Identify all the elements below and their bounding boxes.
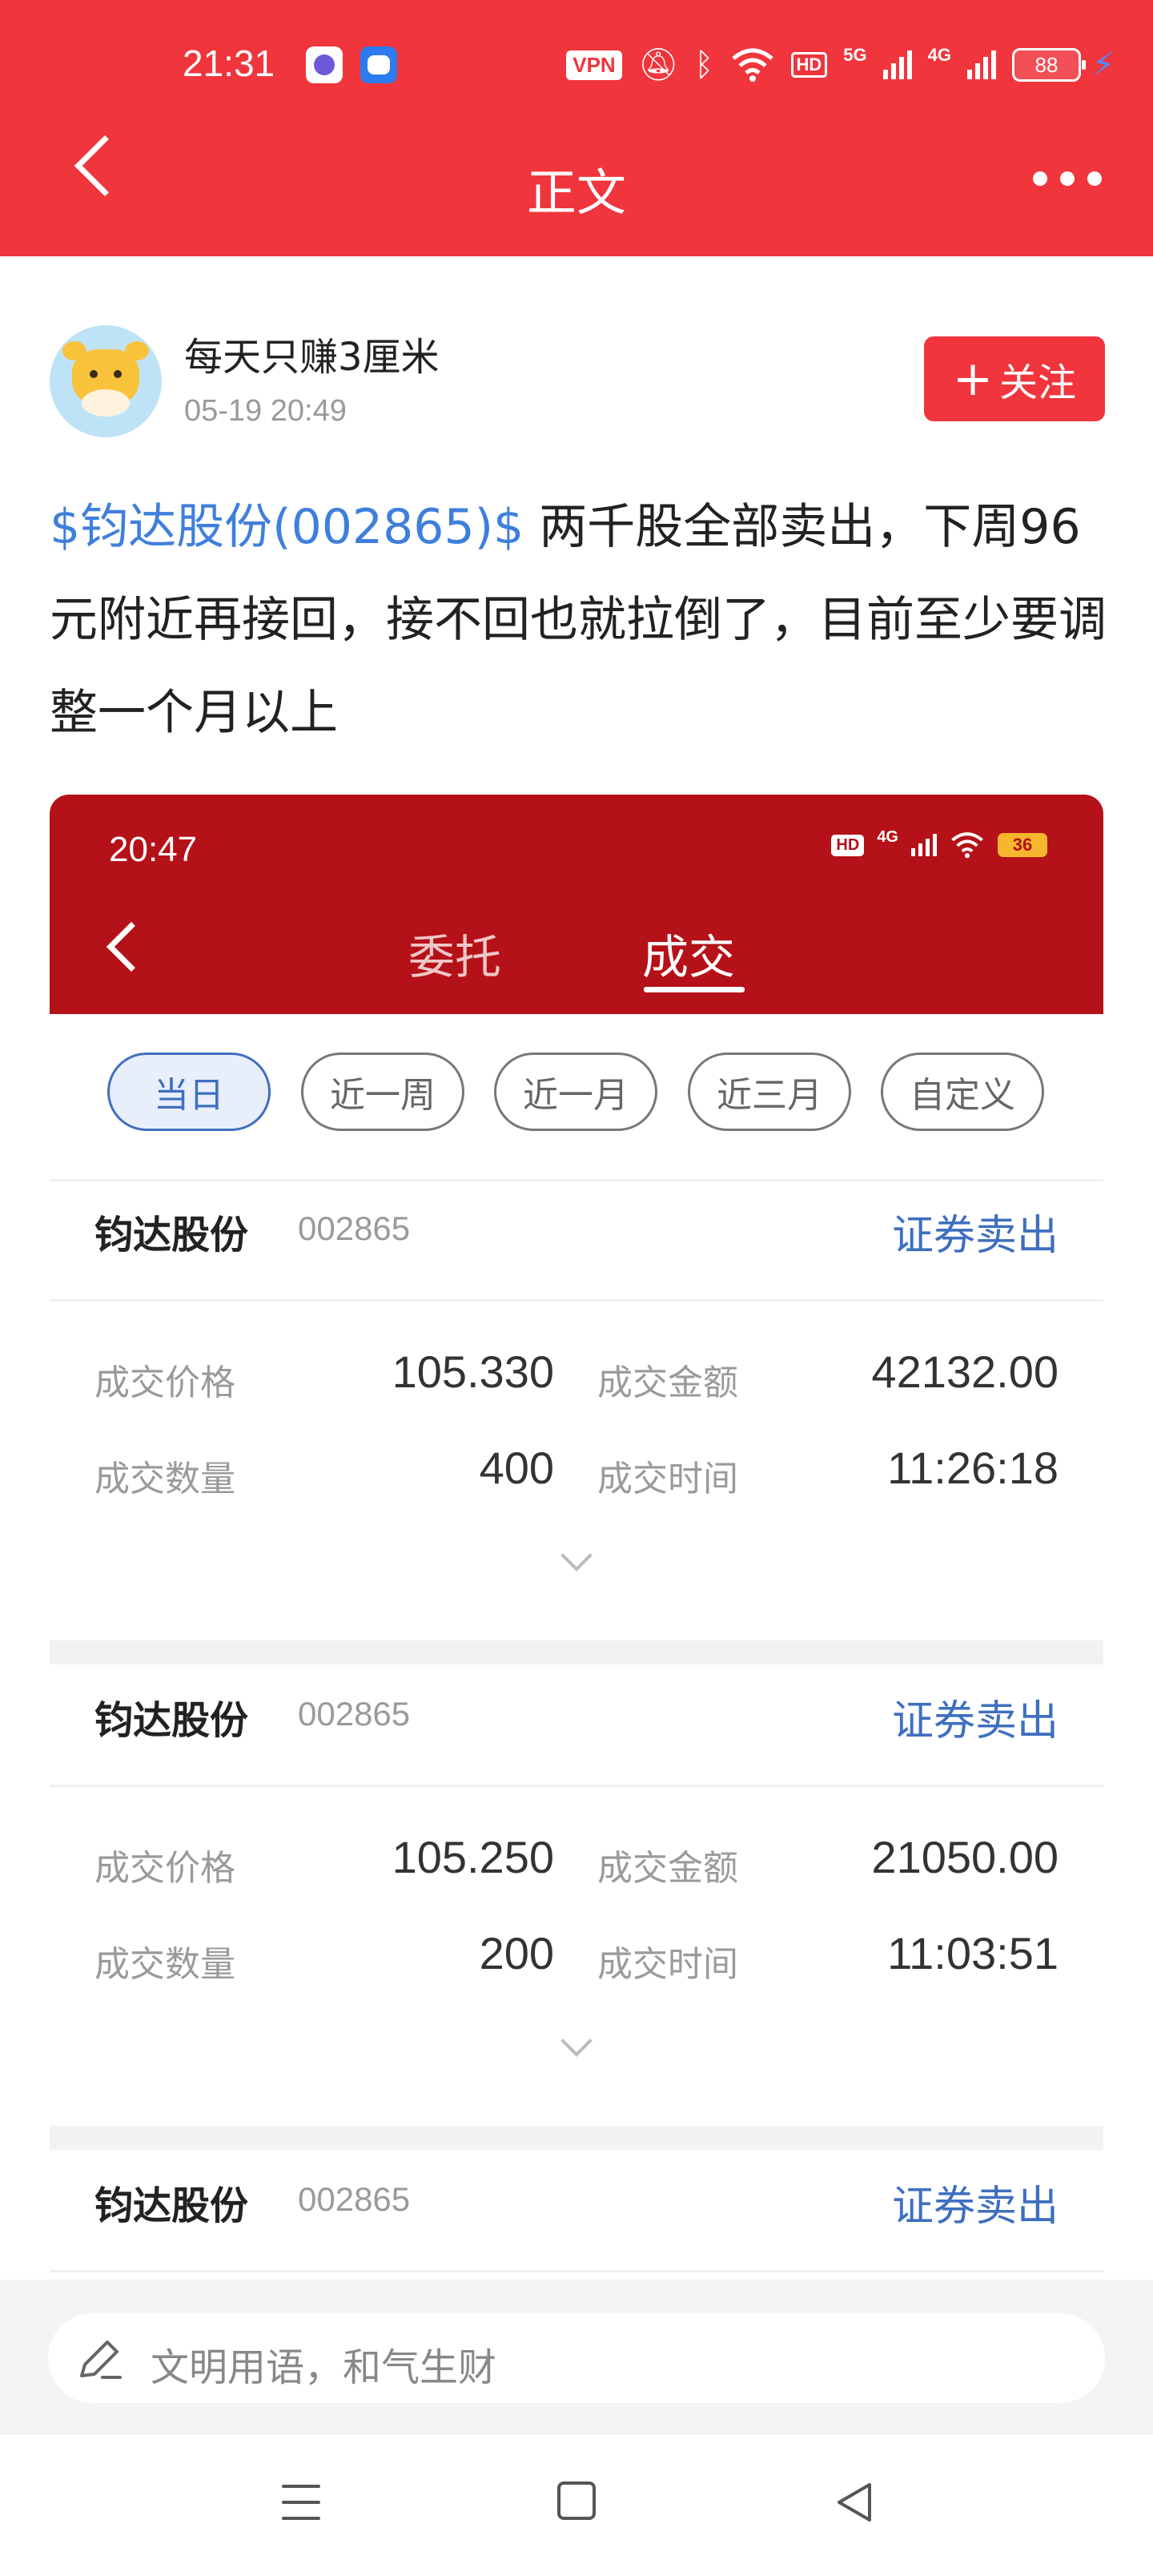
qty-value: 400	[479, 1443, 554, 1493]
tab-deals: 成交	[642, 930, 736, 984]
network-type-label: 5G	[843, 45, 867, 65]
price-label: 成交价格	[94, 1362, 235, 1403]
network-type-label: 4G	[877, 827, 898, 846]
trade-type: 证券卖出	[891, 2183, 1059, 2231]
battery-icon: 36	[998, 833, 1047, 857]
price-label: 成交价格	[94, 1848, 235, 1889]
time-value: 11:26:18	[887, 1443, 1059, 1493]
follow-label: 关注	[999, 360, 1077, 405]
signal-icon	[967, 50, 996, 79]
chevron-down-icon	[560, 1540, 593, 1572]
time-label: 成交时间	[597, 1944, 738, 1985]
price-value: 105.250	[392, 1832, 554, 1882]
chevron-down-icon	[560, 2025, 593, 2057]
filter-custom: 自定义	[881, 1053, 1044, 1131]
active-tab-indicator	[644, 987, 745, 992]
tab-entrust: 委托	[408, 930, 502, 984]
menu-icon[interactable]	[282, 2485, 320, 2520]
amount-label: 成交金额	[597, 1848, 738, 1889]
amount-value: 42132.00	[871, 1346, 1059, 1397]
trade-card: 钧达股份 002865 证券卖出 成交价格 105.330 成交金额 42132…	[50, 1179, 1103, 1664]
stock-code: 002865	[298, 2180, 411, 2218]
page-title: 正文	[526, 163, 626, 222]
trade-type: 证券卖出	[891, 1697, 1059, 1745]
time-label: 成交时间	[597, 1459, 738, 1499]
trade-card: 钧达股份 002865 证券卖出	[50, 2150, 1103, 2276]
stock-name: 钧达股份	[94, 1698, 249, 1743]
battery-icon: 88	[1012, 48, 1086, 82]
amount-value: 21050.00	[871, 1832, 1059, 1882]
back-icon[interactable]	[833, 2480, 878, 2525]
stock-name: 钧达股份	[94, 1213, 249, 1258]
app-notification-icon	[306, 46, 343, 83]
system-nav-bar	[0, 2435, 1153, 2576]
avatar[interactable]	[50, 325, 162, 437]
trade-card: 钧达股份 002865 证券卖出 成交价格 105.250 成交金额 21050…	[50, 1664, 1103, 2150]
stock-code: 002865	[298, 1695, 411, 1733]
author-name[interactable]: 每天只赚3厘米	[184, 325, 440, 381]
time-value: 11:03:51	[887, 1928, 1059, 1978]
qty-value: 200	[479, 1928, 554, 1978]
screenshot-status-icons: HD 4G 36	[831, 827, 1047, 859]
filter-three-months: 近三月	[688, 1053, 851, 1131]
filter-week: 近一周	[301, 1053, 464, 1131]
mute-icon: 🔕︎	[637, 46, 679, 83]
post-body: $钧达股份(002865)$ 两千股全部卖出，下周96元附近再接回，接不回也就拉…	[50, 481, 1107, 759]
comment-placeholder: 文明用语，和气生财	[151, 2345, 497, 2390]
status-icons: VPN 🔕︎ ᛒ HD 5G 4G 88	[566, 43, 1086, 87]
broker-app-header: 20:47 HD 4G 36 委托 成交	[50, 795, 1103, 1014]
more-icon[interactable]	[1033, 171, 1102, 186]
follow-button[interactable]: + 关注	[924, 336, 1105, 421]
plus-icon: +	[952, 351, 994, 407]
stock-link[interactable]: $钧达股份(002865)$	[50, 499, 524, 555]
stock-name: 钧达股份	[94, 2184, 249, 2228]
date-filter-bar: 当日 近一周 近一月 近三月 自定义	[50, 1053, 1103, 1133]
charging-icon: ⚡︎	[1091, 46, 1115, 83]
top-bar: 21:31 VPN 🔕︎ ᛒ HD 5G 4G 88 ⚡︎ 正文	[0, 0, 1153, 256]
amount-label: 成交金额	[597, 1362, 738, 1403]
wifi-icon	[731, 48, 773, 82]
signal-icon	[882, 50, 912, 79]
qty-label: 成交数量	[94, 1944, 235, 1985]
filter-today: 当日	[107, 1053, 271, 1131]
app-notification-icon	[360, 46, 397, 83]
post-timestamp: 05-19 20:49	[184, 394, 347, 428]
comment-input[interactable]: 文明用语，和气生财	[48, 2313, 1105, 2403]
hd-icon: HD	[831, 834, 865, 856]
screenshot-status-time: 20:47	[109, 830, 198, 869]
hd-icon: HD	[790, 52, 828, 78]
pencil-icon	[80, 2341, 122, 2379]
filter-month: 近一月	[494, 1053, 657, 1131]
wifi-icon	[951, 832, 983, 859]
signal-icon	[911, 834, 937, 856]
qty-label: 成交数量	[94, 1459, 235, 1499]
post-image[interactable]: 20:47 HD 4G 36 委托 成交 当日 近一周 近一月 近三月 自定义 …	[50, 795, 1103, 2276]
trade-type: 证券卖出	[891, 1212, 1059, 1260]
back-icon	[106, 921, 157, 972]
status-time: 21:31	[183, 42, 275, 84]
bluetooth-icon: ᛒ	[694, 46, 714, 83]
vpn-icon: VPN	[566, 50, 622, 80]
comment-bar: 文明用语，和气生财	[0, 2280, 1153, 2435]
stock-code: 002865	[298, 1210, 411, 1247]
network-type-label: 4G	[927, 45, 951, 65]
price-value: 105.330	[392, 1346, 554, 1397]
home-icon[interactable]	[557, 2481, 596, 2520]
